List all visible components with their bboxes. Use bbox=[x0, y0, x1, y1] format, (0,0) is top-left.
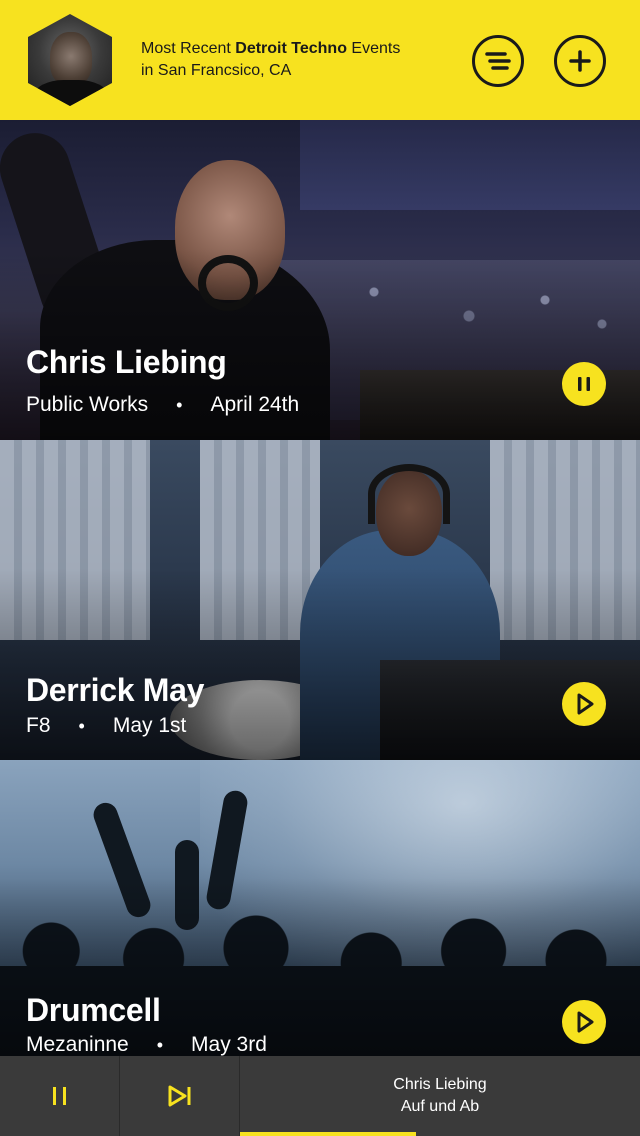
event-artist: Drumcell bbox=[26, 992, 161, 1028]
event-date: May 3rd bbox=[191, 1033, 267, 1056]
photo-shade bbox=[0, 878, 640, 1056]
event-date: May 1st bbox=[112, 714, 187, 737]
play-icon bbox=[577, 693, 594, 715]
header-genre: Detroit Techno bbox=[235, 40, 347, 57]
dj-headphones bbox=[368, 464, 450, 524]
app-header: Most Recent Detroit Techno Events in San… bbox=[0, 0, 640, 120]
header-suffix: Events bbox=[351, 40, 401, 57]
separator-dot: • bbox=[176, 394, 183, 415]
avatar-shirt bbox=[34, 80, 108, 106]
event-artist: Derrick May bbox=[26, 672, 205, 708]
plus-icon bbox=[569, 50, 591, 72]
event-venue: Public Works bbox=[26, 393, 149, 416]
event-artist: Chris Liebing bbox=[26, 344, 227, 380]
artist-avatar[interactable] bbox=[28, 14, 112, 106]
skip-next-icon bbox=[168, 1085, 190, 1107]
play-button[interactable] bbox=[562, 682, 606, 726]
event-venue: F8 bbox=[26, 714, 51, 737]
player-pause-button[interactable] bbox=[0, 1056, 120, 1136]
header-location: in San Francsico, CA bbox=[141, 62, 292, 79]
pause-icon bbox=[578, 377, 590, 391]
event-meta: F8 • May 1st bbox=[26, 714, 186, 738]
separator-dot: • bbox=[78, 715, 85, 736]
now-playing-artist: Chris Liebing bbox=[393, 1076, 487, 1093]
header-title: Most Recent Detroit Techno Events in San… bbox=[141, 38, 441, 82]
event-date: April 24th bbox=[210, 393, 300, 416]
pause-button[interactable] bbox=[562, 362, 606, 406]
now-playing-title: Auf und Ab bbox=[400, 1098, 480, 1115]
event-meta: Public Works • April 24th bbox=[26, 393, 299, 417]
event-meta: Mezaninne • May 3rd bbox=[26, 1033, 267, 1056]
event-card[interactable]: Chris Liebing Public Works • April 24th bbox=[0, 120, 640, 440]
event-card[interactable]: Derrick May F8 • May 1st bbox=[0, 440, 640, 760]
now-playing[interactable]: Chris Liebing Auf und Ab bbox=[240, 1056, 640, 1136]
pause-icon bbox=[52, 1087, 66, 1105]
playback-progress-bar[interactable] bbox=[240, 1132, 416, 1136]
separator-dot: • bbox=[156, 1034, 164, 1055]
stage-lights bbox=[300, 120, 640, 210]
player-next-button[interactable] bbox=[120, 1056, 240, 1136]
play-icon bbox=[577, 1011, 594, 1033]
mini-player: Chris Liebing Auf und Ab bbox=[0, 1056, 640, 1136]
menu-lines-icon bbox=[485, 52, 511, 70]
event-card[interactable]: Drumcell Mezaninne • May 3rd bbox=[0, 760, 640, 1056]
header-prefix: Most Recent bbox=[141, 40, 231, 57]
menu-button[interactable] bbox=[472, 35, 524, 87]
event-venue: Mezaninne bbox=[26, 1033, 129, 1056]
add-button[interactable] bbox=[554, 35, 606, 87]
avatar-face bbox=[50, 32, 92, 86]
play-button[interactable] bbox=[562, 1000, 606, 1044]
